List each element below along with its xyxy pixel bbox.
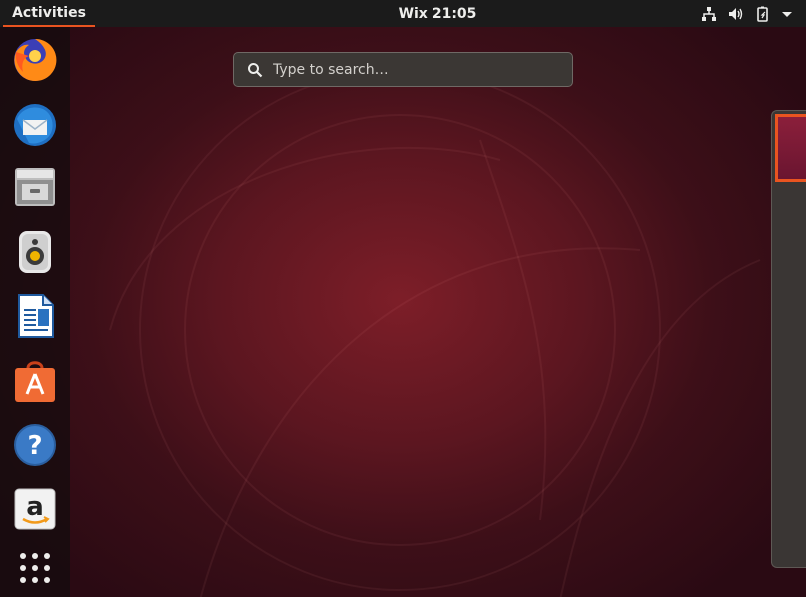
- search-icon: [247, 61, 265, 79]
- dock-item-ubuntu-software[interactable]: [8, 353, 62, 407]
- wallpaper: [109, 69, 761, 597]
- dock-item-help[interactable]: ?: [8, 418, 62, 472]
- dock-item-files[interactable]: [8, 160, 62, 214]
- activities-button[interactable]: Activities: [3, 0, 95, 27]
- show-applications-icon: [20, 553, 50, 583]
- rhythmbox-icon: [19, 231, 51, 273]
- dock: ? a: [0, 27, 70, 597]
- svg-text:?: ?: [27, 431, 42, 461]
- dock-item-thunderbird[interactable]: [8, 98, 62, 152]
- network-icon: [701, 6, 717, 22]
- battery-icon: [755, 6, 771, 22]
- dock-item-show-applications[interactable]: [8, 541, 62, 595]
- firefox-icon: [14, 38, 57, 81]
- search-input[interactable]: [273, 61, 572, 78]
- ubuntu-software-icon: [15, 361, 55, 402]
- libreoffice-writer-icon: [18, 294, 54, 338]
- status-area[interactable]: [701, 0, 792, 27]
- search-box[interactable]: [233, 52, 573, 87]
- thunderbird-icon: [14, 104, 56, 146]
- desktop-overview: Activities Wix 21:05 ? a Type to search…: [0, 0, 806, 597]
- amazon-icon: a: [14, 488, 56, 530]
- help-icon: ?: [14, 424, 56, 466]
- clock-time: 21:05: [431, 5, 477, 22]
- svg-text:a: a: [26, 492, 44, 522]
- system-menu-arrow-icon: [782, 9, 792, 19]
- dock-item-libreoffice-writer[interactable]: [8, 289, 62, 343]
- dock-item-rhythmbox[interactable]: [8, 225, 62, 279]
- files-icon: [15, 168, 55, 206]
- clock-day: Wix: [398, 5, 428, 22]
- volume-icon: [728, 6, 744, 22]
- workspace-thumbnail[interactable]: [775, 114, 806, 182]
- dock-item-amazon[interactable]: a: [8, 482, 62, 536]
- activities-label: Activities: [12, 4, 86, 21]
- clock-button[interactable]: Wix 21:05: [380, 0, 495, 27]
- top-bar: Activities Wix 21:05: [0, 0, 806, 27]
- dock-item-firefox[interactable]: [8, 33, 62, 87]
